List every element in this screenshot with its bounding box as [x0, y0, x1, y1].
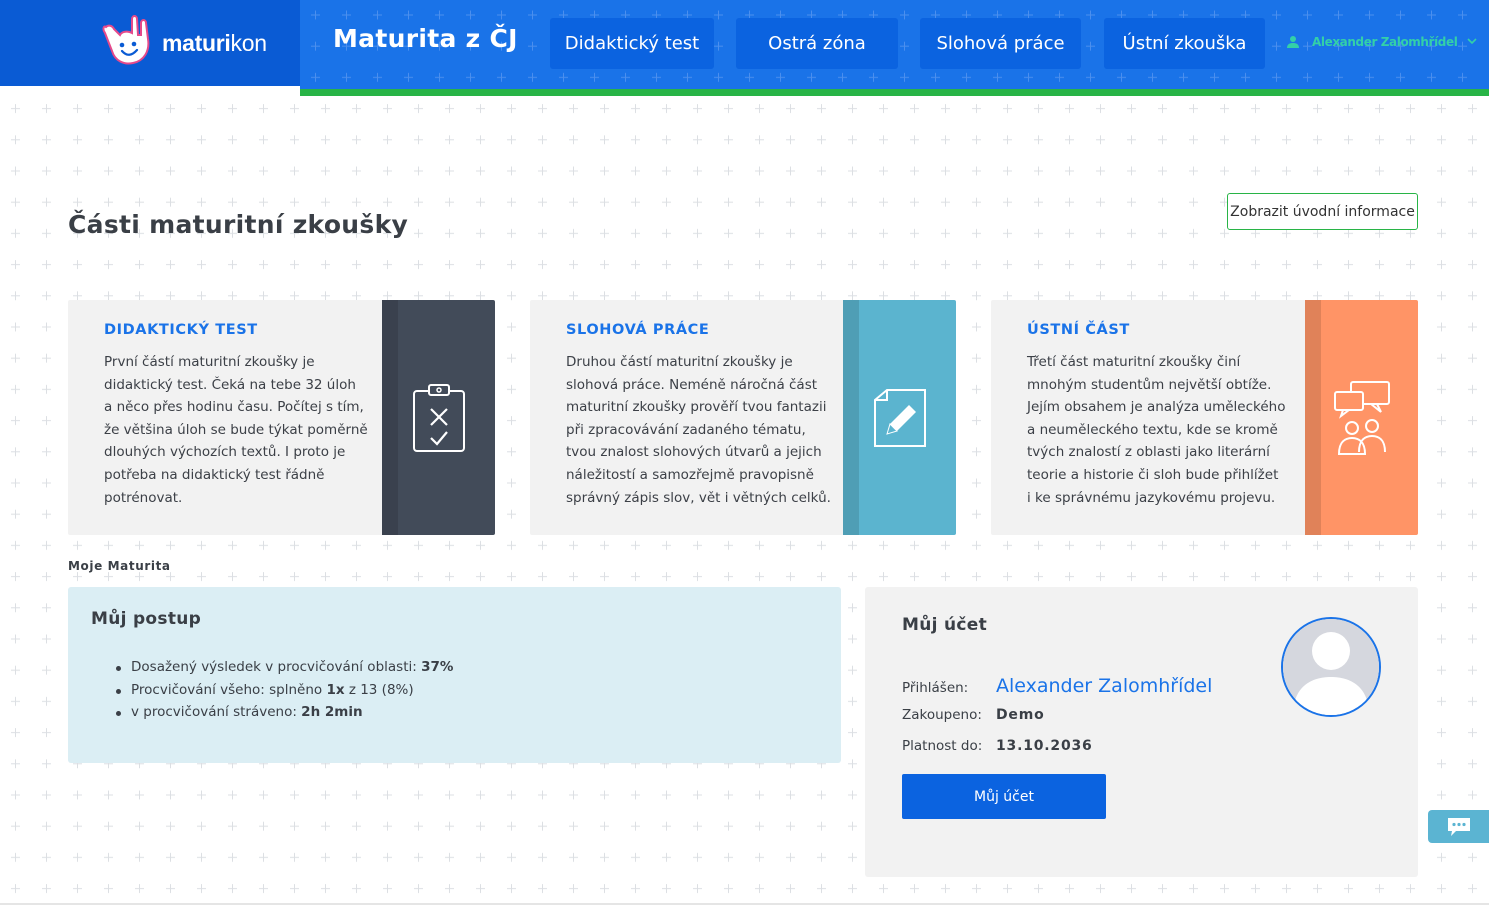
card-description: Druhou částí maturitní zkoušky je slohová…: [566, 354, 831, 506]
nav-ostra-zona[interactable]: Ostrá zóna: [736, 18, 898, 69]
card-text: DIDAKTICKÝ TEST První částí maturitní zk…: [104, 322, 374, 509]
card-text: SLOHOVÁ PRÁCE Druhou částí maturitní zko…: [566, 322, 836, 509]
card-title: SLOHOVÁ PRÁCE: [566, 322, 710, 338]
header-accent-line: [300, 89, 1489, 96]
card-ustni-cast[interactable]: ÚSTNÍ ČÁST Třetí část maturitní zkoušky …: [991, 300, 1418, 535]
user-icon: [1287, 36, 1299, 48]
progress-panel: Můj postup Dosažený výsledek v procvičov…: [68, 587, 841, 763]
purchased-label: Zakoupeno:: [902, 707, 982, 723]
valid-label: Platnost do:: [902, 738, 983, 754]
account-purchased-row: Zakoupeno: Demo: [902, 707, 1045, 723]
purchased-value: Demo: [996, 707, 1045, 723]
user-menu-name: Alexander Zalomhřídel: [1312, 35, 1458, 49]
card-description: Třetí část maturitní zkoušky činí mnohým …: [1027, 354, 1286, 506]
avatar: [1281, 617, 1381, 717]
page-title: Části maturitní zkoušky: [68, 210, 409, 239]
user-menu[interactable]: Alexander Zalomhřídel: [1286, 32, 1477, 52]
section-label: Moje Maturita: [68, 559, 171, 573]
valid-value: 13.10.2036: [996, 738, 1093, 754]
account-title: Můj účet: [902, 615, 988, 635]
site-title: Maturita z ČJ: [333, 24, 518, 53]
card-didakticky-test[interactable]: DIDAKTICKÝ TEST První částí maturitní zk…: [68, 300, 495, 535]
show-intro-button[interactable]: Zobrazit úvodní informace: [1227, 193, 1418, 230]
card-side-panel: [843, 300, 956, 535]
chevron-down-icon: [1467, 37, 1477, 48]
document-pencil-icon: [873, 388, 926, 447]
card-side-panel: [1305, 300, 1418, 535]
card-title: DIDAKTICKÝ TEST: [104, 322, 258, 338]
card-side-panel: [382, 300, 495, 535]
hand-logo-icon: [100, 15, 156, 71]
chat-button[interactable]: [1428, 810, 1489, 843]
nav-didakticky-test[interactable]: Didaktický test: [550, 18, 714, 69]
progress-title: Můj postup: [91, 609, 202, 629]
logo[interactable]: maturikon: [0, 0, 300, 86]
account-panel: Můj účet Přihlášen: Alexander Zalomhříde…: [865, 587, 1418, 877]
progress-list: Dosažený výsledek v procvičování oblasti…: [113, 656, 453, 724]
list-item: Dosažený výsledek v procvičování oblasti…: [113, 656, 453, 679]
card-description: První částí maturitní zkoušky je didaktic…: [104, 354, 368, 506]
list-item: Procvičování všeho: splněno 1x z 13 (8%): [113, 679, 453, 702]
account-logged-row: Přihlášen: Alexander Zalomhřídel: [902, 675, 1212, 697]
card-title: ÚSTNÍ ČÁST: [1027, 322, 1130, 338]
card-text: ÚSTNÍ ČÁST Třetí část maturitní zkoušky …: [1027, 322, 1297, 509]
list-item: v procvičování stráveno: 2h 2min: [113, 701, 453, 724]
nav-slohova-prace[interactable]: Slohová práce: [920, 18, 1081, 69]
site-header: maturikon Maturita z ČJ Didaktický test …: [0, 0, 1489, 96]
clipboard-icon: [412, 383, 465, 452]
account-valid-row: Platnost do: 13.10.2036: [902, 738, 1093, 754]
conversation-icon: [1333, 380, 1390, 455]
my-account-button[interactable]: Můj účet: [902, 774, 1106, 819]
logged-label: Přihlášen:: [902, 680, 969, 696]
logo-text: maturikon: [162, 29, 267, 56]
avatar-placeholder-icon: [1283, 619, 1379, 715]
chat-icon: [1447, 817, 1470, 836]
card-slohova-prace[interactable]: SLOHOVÁ PRÁCE Druhou částí maturitní zko…: [530, 300, 956, 535]
logged-user-name: Alexander Zalomhřídel: [996, 675, 1213, 697]
nav-ustni-zkouska[interactable]: Ústní zkouška: [1104, 18, 1265, 69]
